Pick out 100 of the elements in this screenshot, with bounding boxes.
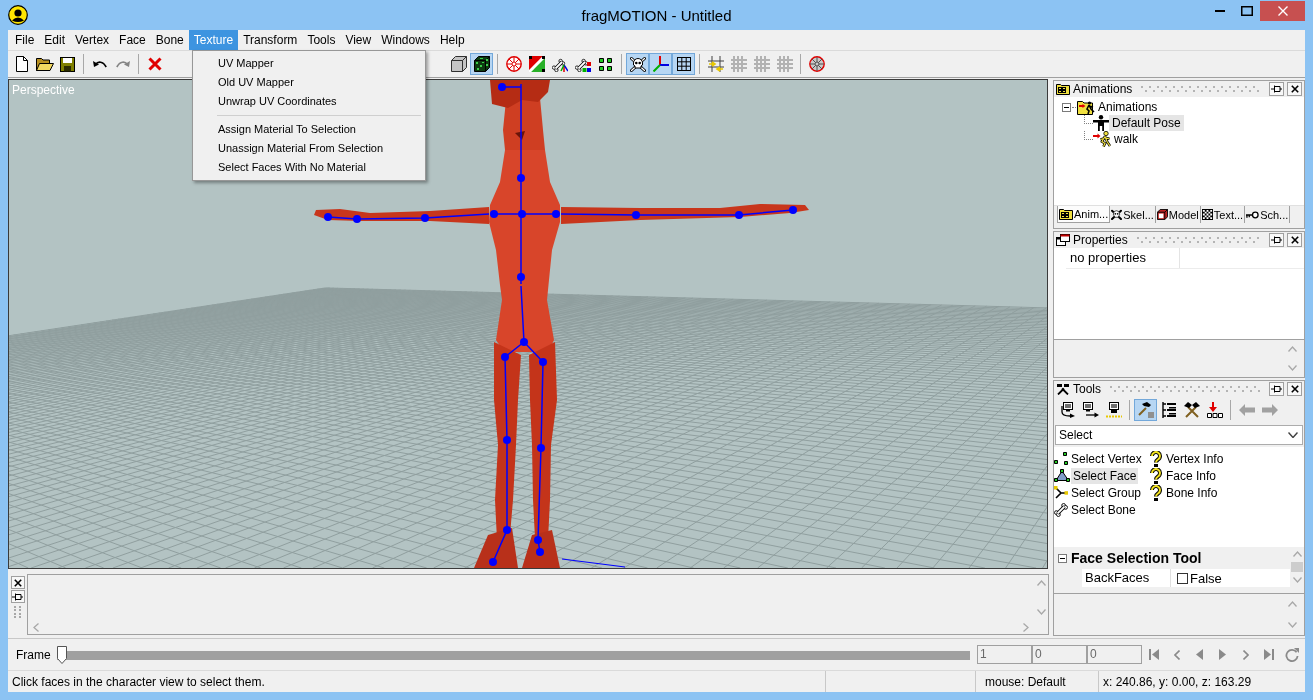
slider-thumb[interactable]	[57, 645, 67, 664]
face-triangle-icon	[1054, 469, 1070, 482]
arm-drawing[interactable]	[561, 204, 809, 224]
cursor-coordinates: x: 240.86, y: 0.00, z: 163.29	[1098, 671, 1305, 692]
tool-item[interactable]: Bone Info	[1164, 484, 1220, 501]
bone-icon	[574, 56, 591, 72]
collapse-icon[interactable]	[1062, 102, 1071, 112]
arm-bones-drawing[interactable]	[560, 206, 797, 219]
checkbox[interactable]	[1177, 572, 1188, 584]
menu-bar-item[interactable]: Help	[434, 30, 470, 50]
panel-tab[interactable]: Anim...	[1057, 206, 1111, 223]
close-icon	[1290, 385, 1299, 393]
arrows-grid-icon	[707, 56, 724, 72]
app-logo-icon	[8, 5, 28, 25]
tool-item[interactable]: Vertex Info	[1164, 450, 1226, 467]
panel-tab[interactable]: Model	[1155, 206, 1201, 223]
pin-icon	[12, 592, 23, 601]
page-icon	[15, 56, 28, 72]
frame-field[interactable]: 1	[977, 645, 1032, 664]
leg-bones-drawing[interactable]	[489, 285, 547, 566]
panel-tab[interactable]: Text...	[1200, 206, 1246, 223]
monitor-icon	[1105, 402, 1122, 418]
cube-icon	[473, 56, 490, 72]
monitor-arrow-icon	[1059, 402, 1076, 418]
tool-item[interactable]: Select Face	[1071, 467, 1139, 484]
tree-line	[1072, 106, 1076, 108]
grid-icon	[730, 56, 747, 72]
bone-axes-icon	[551, 56, 568, 72]
drag-grip[interactable]	[14, 606, 21, 618]
wheel-icon	[505, 56, 522, 72]
window-title: fragMOTION - Untitled	[581, 6, 732, 24]
monitor-arrow-icon	[1082, 402, 1099, 418]
question-mark-icon	[1149, 450, 1163, 467]
toolbar-button[interactable]	[1134, 399, 1157, 421]
checker-icon	[1201, 209, 1213, 220]
close-button[interactable]	[1287, 382, 1302, 396]
collapse-icon[interactable]	[1058, 553, 1067, 563]
tool-item[interactable]: Select Vertex	[1069, 450, 1144, 467]
loop-icon	[1284, 647, 1299, 662]
close-button[interactable]	[10, 576, 25, 589]
panel-tab[interactable]: Skel...	[1110, 206, 1156, 223]
pin-button[interactable]	[10, 590, 25, 603]
hammers-icon	[1056, 383, 1070, 395]
menu-bar-item[interactable]: Windows	[376, 30, 435, 50]
close-button[interactable]	[1287, 233, 1302, 247]
folder-icon	[1059, 208, 1073, 220]
pin-button[interactable]	[1269, 382, 1284, 396]
tool-item[interactable]: Select Group	[1069, 484, 1144, 501]
arrow-left-icon	[1238, 404, 1255, 416]
vertex-points-icon	[1054, 452, 1068, 465]
skull-icon	[1111, 209, 1123, 220]
hips-and-legs-drawing[interactable]	[474, 285, 560, 568]
frame-field[interactable]: 0	[1032, 645, 1087, 664]
scrollbar-thumb[interactable]	[1291, 562, 1303, 572]
menu-item[interactable]: Unwrap UV Coordinates	[195, 92, 423, 111]
menu-item[interactable]: UV Mapper	[195, 54, 423, 73]
tree-item[interactable]: walk	[1111, 131, 1141, 147]
menu-item[interactable]: Assign Material To Selection	[195, 120, 423, 139]
arm-bones-drawing[interactable]	[324, 213, 490, 223]
arm-drawing[interactable]	[314, 207, 489, 224]
mode-dropdown[interactable]: Select	[1055, 425, 1303, 445]
frame-field[interactable]: 0	[1087, 645, 1142, 664]
running-figure-icon	[1093, 131, 1111, 147]
menu-bar-item[interactable]: Transform	[238, 30, 303, 50]
pin-button[interactable]	[1269, 82, 1284, 96]
tree-item[interactable]: Animations	[1095, 99, 1161, 115]
tool-item[interactable]: Face Info	[1164, 467, 1219, 484]
toolbar-button[interactable]	[672, 53, 695, 75]
key-icon	[1246, 210, 1260, 219]
menu-bar-item[interactable]: Vertex	[70, 30, 115, 50]
menu-bar-item[interactable]: Face	[114, 30, 151, 50]
panel-title: Animations	[1073, 82, 1133, 96]
toolbar-button[interactable]	[649, 53, 672, 75]
frame-label: Frame	[16, 647, 52, 662]
branch-icon	[1054, 486, 1068, 499]
close-button[interactable]	[1287, 82, 1302, 96]
menu-bar-item[interactable]: Edit	[39, 30, 71, 50]
undo-icon	[92, 59, 107, 69]
menu-item[interactable]: Unassign Material From Selection	[195, 139, 423, 158]
standing-figure-icon	[1093, 115, 1109, 131]
pin-button[interactable]	[1269, 233, 1284, 247]
toolbar-button[interactable]	[626, 53, 649, 75]
panel-tab[interactable]: Sch...	[1245, 206, 1291, 223]
menu-bar-item[interactable]: Bone	[150, 30, 189, 50]
skip-back-icon	[1148, 649, 1159, 660]
wheel-icon	[808, 56, 825, 72]
box-icon	[1156, 209, 1168, 220]
minimize-icon	[1214, 10, 1225, 12]
toolbar-button[interactable]	[470, 53, 493, 75]
menu-item[interactable]: Select Faces With No Material	[195, 158, 423, 177]
grid-icon	[776, 56, 793, 72]
menu-bar-item[interactable]: View	[340, 30, 377, 50]
chevron-left-icon	[1173, 649, 1180, 660]
grid-icon	[753, 56, 770, 72]
skip-forward-icon	[1263, 649, 1274, 660]
tool-item[interactable]: Select Bone	[1069, 501, 1138, 518]
maximize-icon	[1240, 6, 1253, 16]
menu-bar-item[interactable]: Tools	[302, 30, 341, 50]
tree-item[interactable]: Default Pose	[1109, 115, 1184, 131]
menu-bar-item[interactable]: File	[10, 30, 40, 50]
